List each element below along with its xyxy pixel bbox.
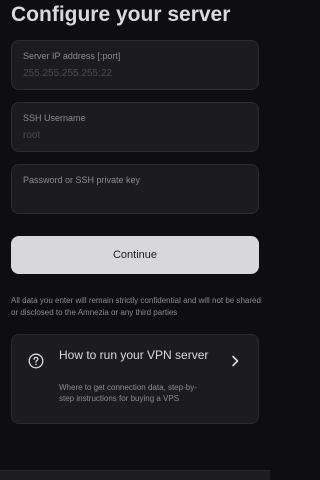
bottom-navigation-bar [0,470,270,480]
server-ip-field[interactable]: Server IP address [:port] [11,40,259,90]
server-ip-label: Server IP address [:port] [23,51,121,61]
help-card-description: Where to get connection data, step-by-st… [59,383,197,403]
help-card-run-vpn-server[interactable]: How to run your VPN server Where to get … [11,334,259,424]
ssh-username-field[interactable]: SSH Username [11,102,259,152]
confidentiality-notice: All data you enter will remain strictly … [11,296,261,317]
chevron-right-icon [232,355,239,367]
server-ip-input[interactable] [22,65,250,81]
ssh-username-label: SSH Username [23,113,86,123]
password-label: Password or SSH private key [23,175,141,185]
password-input[interactable] [22,191,250,207]
password-field[interactable]: Password or SSH private key [11,164,259,214]
page-title: Configure your server [11,3,231,26]
ssh-username-input[interactable] [22,127,250,143]
question-circle-icon [28,353,44,369]
continue-button[interactable]: Continue [11,236,259,274]
help-card-title: How to run your VPN server [59,348,209,362]
